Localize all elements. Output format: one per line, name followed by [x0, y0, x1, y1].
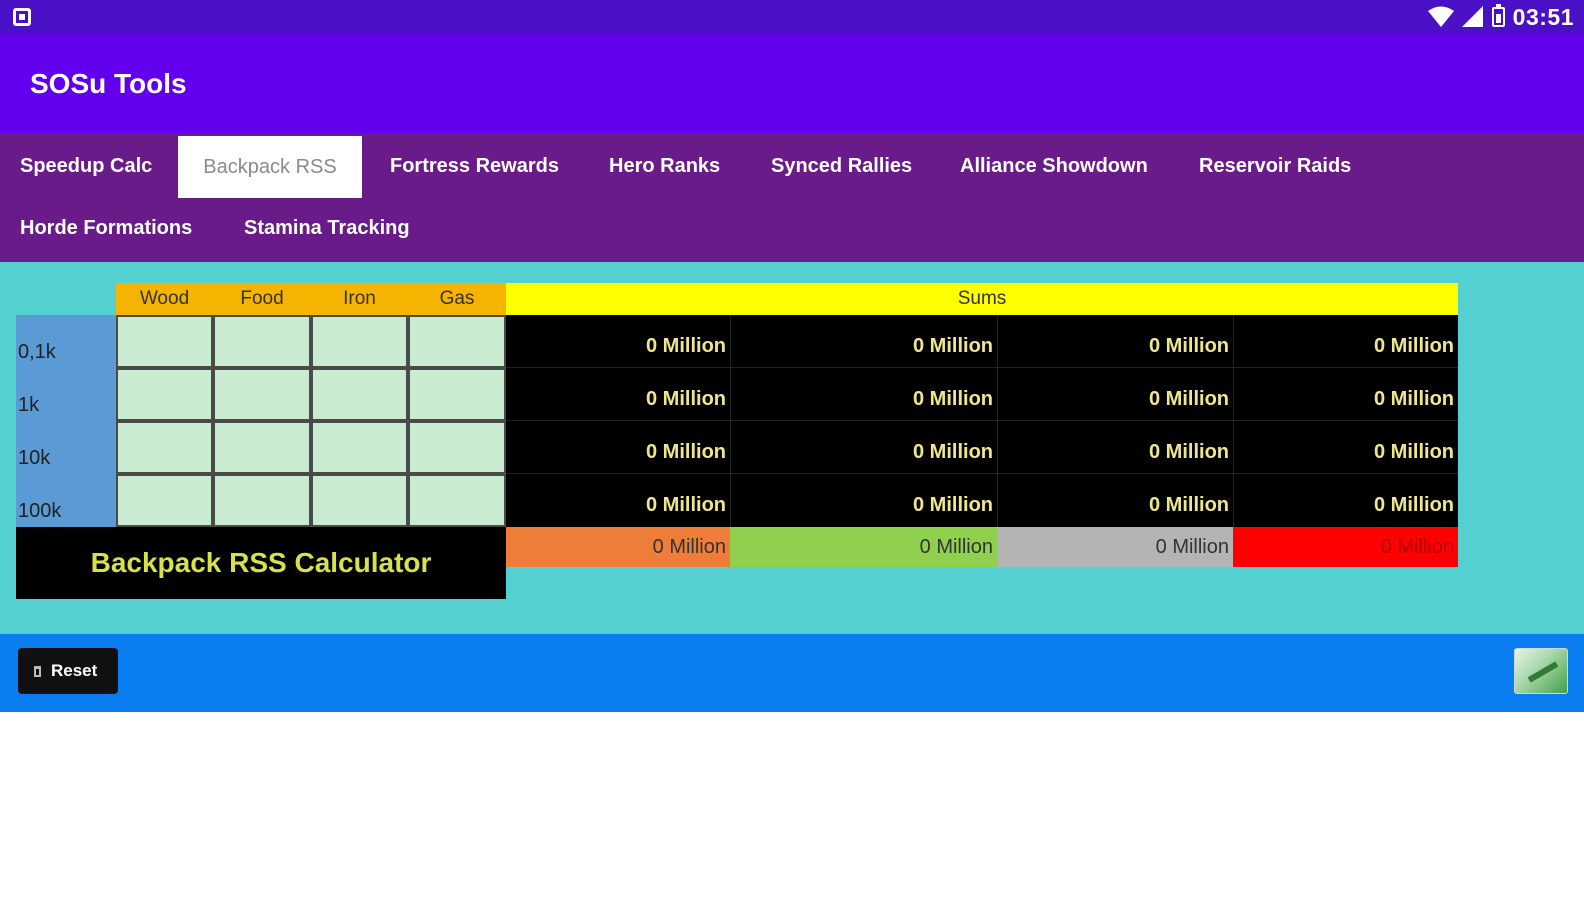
input-gas-10k[interactable]	[410, 423, 504, 472]
input-food-1k[interactable]	[215, 370, 309, 419]
column-header-gas: Gas	[408, 283, 506, 315]
row-labels: 0,1k 1k 10k 100k	[16, 315, 116, 527]
tab-backpack-rss[interactable]: Backpack RSS	[178, 136, 362, 198]
wifi-icon	[1427, 6, 1454, 27]
sums-header: Sums	[506, 283, 1458, 315]
battery-icon	[1491, 4, 1505, 27]
input-iron-10k[interactable]	[313, 423, 406, 472]
tab-speedup-calc[interactable]: Speedup Calc	[0, 135, 176, 197]
tab-stamina-tracking[interactable]: Stamina Tracking	[220, 197, 434, 259]
sum-food-0-1k: 0 Million	[913, 335, 993, 357]
reset-label: Reset	[51, 661, 98, 680]
tab-horde-formations[interactable]: Horde Formations	[0, 197, 216, 259]
sum-iron-100k: 0 Million	[1149, 494, 1229, 516]
signal-icon	[1461, 6, 1483, 27]
app-title: SOSu Tools	[30, 68, 187, 99]
input-wood-100k[interactable]	[118, 476, 211, 525]
sum-iron-10k: 0 Million	[1149, 441, 1229, 463]
input-food-100k[interactable]	[215, 476, 309, 525]
sum-gas-0-1k: 0 Million	[1374, 335, 1454, 357]
total-iron: 0 Million	[997, 527, 1233, 567]
input-iron-0-1k[interactable]	[313, 317, 406, 366]
row-label-10k: 10k	[18, 447, 51, 469]
sum-food-1k: 0 Million	[913, 388, 993, 410]
input-food-0-1k[interactable]	[215, 317, 309, 366]
status-time: 03:51	[1512, 3, 1574, 30]
notification-icon	[13, 8, 31, 26]
input-wood-10k[interactable]	[118, 423, 211, 472]
row-label-0-1k: 0,1k	[18, 341, 56, 363]
input-gas-1k[interactable]	[410, 370, 504, 419]
calculator-panel: Wood Food Iron Gas Sums 0,1k 1k 10k 100k	[0, 262, 1584, 634]
sum-iron-0-1k: 0 Million	[1149, 335, 1229, 357]
row-label-1k: 1k	[18, 394, 40, 416]
input-iron-1k[interactable]	[313, 370, 406, 419]
sum-wood-100k: 0 Million	[646, 494, 726, 516]
input-wood-1k[interactable]	[118, 370, 211, 419]
calculator-icon[interactable]	[1514, 648, 1568, 694]
status-bar: 03:51	[0, 0, 1584, 34]
status-indicators: 03:51	[1427, 2, 1574, 32]
tab-bar: Speedup Calc Backpack RSS Fortress Rewar…	[0, 133, 1584, 262]
input-wood-0-1k[interactable]	[118, 317, 211, 366]
column-header-iron: Iron	[311, 283, 408, 315]
total-gas: 0 Million	[1233, 527, 1458, 567]
sum-gas-100k: 0 Million	[1374, 494, 1454, 516]
app-bar: SOSu Tools	[0, 34, 1584, 133]
sums-table: 0 Million 0 Million 0 Million 0 Million …	[506, 315, 1458, 527]
input-food-10k[interactable]	[215, 423, 309, 472]
sum-iron-1k: 0 Million	[1149, 388, 1229, 410]
column-header-wood: Wood	[116, 283, 213, 315]
reset-button[interactable]: Reset	[18, 648, 118, 694]
input-gas-100k[interactable]	[410, 476, 504, 525]
tab-synced-rallies[interactable]: Synced Rallies	[747, 135, 936, 197]
sum-gas-1k: 0 Million	[1374, 388, 1454, 410]
total-food: 0 Million	[730, 527, 997, 567]
sum-food-10k: 0 Million	[913, 441, 993, 463]
tab-fortress-rewards[interactable]: Fortress Rewards	[366, 135, 583, 197]
sum-food-100k: 0 Million	[913, 494, 993, 516]
tab-reservoir-raids[interactable]: Reservoir Raids	[1175, 135, 1375, 197]
row-label-100k: 100k	[18, 500, 62, 522]
total-wood: 0 Million	[506, 527, 730, 567]
sum-wood-0-1k: 0 Million	[646, 335, 726, 357]
bottom-bar: Reset	[0, 634, 1584, 712]
sum-wood-1k: 0 Million	[646, 388, 726, 410]
input-gas-0-1k[interactable]	[410, 317, 504, 366]
input-iron-100k[interactable]	[313, 476, 406, 525]
calculator-title: Backpack RSS Calculator	[16, 527, 506, 599]
trash-icon	[34, 666, 41, 677]
tab-alliance-showdown[interactable]: Alliance Showdown	[936, 135, 1172, 197]
input-grid	[116, 315, 506, 527]
tab-hero-ranks[interactable]: Hero Ranks	[585, 135, 744, 197]
sum-wood-10k: 0 Million	[646, 441, 726, 463]
column-header-food: Food	[213, 283, 311, 315]
sum-gas-10k: 0 Million	[1374, 441, 1454, 463]
